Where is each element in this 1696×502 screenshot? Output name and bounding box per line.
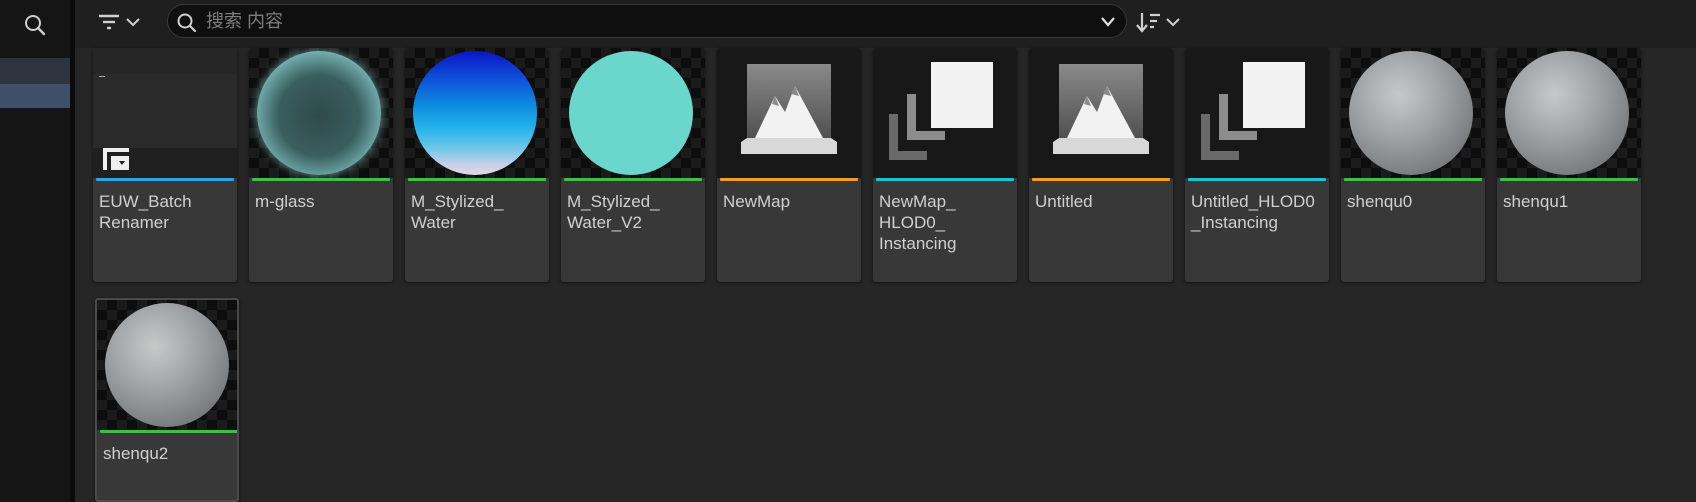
content-browser-main: EUW_Batch Renamer 编辑器工具控件 m-glass 材质 M_S… [75, 0, 1696, 502]
asset-name: M_Stylized_ Water [411, 192, 504, 232]
asset-type-bar [1344, 178, 1482, 181]
asset-tile[interactable]: m-glass 材质 [249, 48, 393, 282]
hlod-layer-icon [1201, 62, 1305, 160]
asset-type-bar [720, 178, 858, 181]
asset-tile[interactable]: EUW_Batch Renamer 编辑器工具控件 [93, 48, 237, 282]
material-preview-sphere [257, 51, 381, 175]
asset-name: Untitled [1035, 192, 1093, 211]
asset-name: m-glass [255, 192, 315, 211]
asset-tile[interactable]: M_Stylized_ Water_V2 材质 [561, 48, 705, 282]
asset-type-bar [252, 178, 390, 181]
asset-thumbnail [1029, 48, 1173, 178]
asset-name: M_Stylized_ Water_V2 [567, 192, 660, 232]
map-icon [1053, 64, 1149, 154]
asset-type-bar [408, 178, 546, 181]
material-preview-sphere [105, 303, 229, 427]
asset-name: Untitled_HLOD0 _Instancing [1191, 192, 1315, 232]
search-input[interactable] [206, 9, 1066, 33]
material-preview-sphere [569, 51, 693, 175]
material-preview-sphere [1349, 51, 1473, 175]
asset-thumbnail [249, 48, 393, 178]
widget-blueprint-icon [103, 148, 129, 170]
asset-name: NewMap_ HLOD0_ Instancing [879, 192, 957, 253]
asset-name: shenqu0 [1347, 192, 1413, 211]
asset-thumbnail [873, 48, 1017, 178]
asset-tile[interactable]: Untitled_HLOD0 _Instancing HLOD层 [1185, 48, 1329, 282]
asset-tile[interactable]: Untitled 关卡 [1029, 48, 1173, 282]
asset-type-bar [1188, 178, 1326, 181]
asset-type-bar [100, 430, 237, 433]
asset-tile[interactable]: shenqu2 [95, 298, 239, 502]
sort-button[interactable] [1135, 7, 1185, 37]
asset-type-bar [564, 178, 702, 181]
search-bar[interactable] [167, 4, 1127, 38]
asset-thumbnail [97, 300, 237, 430]
asset-type-bar [1032, 178, 1170, 181]
hlod-layer-icon [889, 62, 993, 160]
asset-type-bar [1500, 178, 1638, 181]
asset-thumbnail [93, 48, 237, 178]
chevron-down-icon[interactable] [1100, 15, 1116, 29]
search-icon [177, 13, 197, 33]
asset-tile[interactable]: M_Stylized_ Water 材质 [405, 48, 549, 282]
asset-thumbnail [717, 48, 861, 178]
asset-thumbnail [1341, 48, 1485, 178]
material-preview-sphere [413, 51, 537, 175]
material-preview-sphere [1505, 51, 1629, 175]
asset-name: EUW_Batch Renamer [99, 192, 192, 232]
asset-thumbnail [1497, 48, 1641, 178]
asset-tile[interactable]: NewMap_ HLOD0_ Instancing HLOD层 [873, 48, 1017, 282]
asset-tile[interactable]: shenqu1 材质 [1497, 48, 1641, 282]
asset-tile[interactable]: shenqu0 材质 [1341, 48, 1485, 282]
chevron-down-icon [126, 18, 140, 27]
search-icon [25, 15, 46, 36]
map-icon [741, 64, 837, 154]
sources-row-selected[interactable] [0, 84, 70, 108]
asset-thumbnail [1185, 48, 1329, 178]
asset-type-bar [876, 178, 1014, 181]
asset-name: shenqu2 [103, 444, 169, 463]
asset-name: NewMap [723, 192, 791, 211]
sources-panel [0, 0, 70, 502]
asset-thumbnail [405, 48, 549, 178]
filter-icon [99, 14, 119, 30]
asset-thumbnail [561, 48, 705, 178]
asset-tile[interactable]: NewMap 关卡 [717, 48, 861, 282]
sources-row[interactable] [0, 58, 70, 84]
asset-type-bar [96, 178, 234, 181]
sources-search-button[interactable] [0, 0, 70, 50]
asset-name: shenqu1 [1503, 192, 1569, 211]
chevron-down-icon [1166, 18, 1180, 27]
sort-icon [1136, 13, 1160, 33]
filter-button[interactable] [97, 7, 149, 37]
content-toolbar [75, 0, 1696, 48]
